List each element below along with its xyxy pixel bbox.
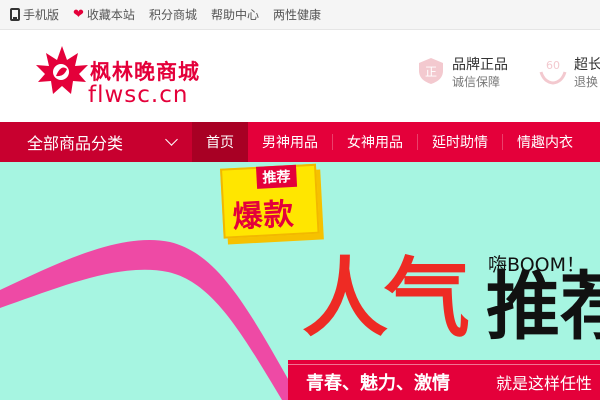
promise-returns: 60 超长 退换 (538, 56, 600, 90)
ribbon-tagline: 青春、魅力、激情 (306, 373, 450, 394)
badge-main-label: 爆款 (231, 196, 296, 236)
headline-red: 人气 (302, 249, 470, 349)
main-nav: 全部商品分类 首页 男神用品 女神用品 延时助情 情趣内衣 (0, 122, 600, 162)
heart-icon: ❤ (73, 7, 84, 22)
sixty-days-hands-icon: 60 (539, 59, 567, 85)
sexual-health-label: 两性健康 (272, 8, 321, 22)
headline-black: 推荐 (486, 264, 600, 350)
ribbon-divider (288, 364, 600, 365)
all-categories-label: 全部商品分类 (27, 134, 124, 153)
chevron-down-icon (165, 133, 178, 146)
phone-icon (10, 8, 20, 21)
help-center-link[interactable]: 帮助中心 (211, 6, 259, 23)
promise-returns-subtitle: 退换 (574, 75, 599, 89)
nav-item-home[interactable]: 首页 (192, 122, 248, 162)
promise-authentic: 正 品牌正品 诚信保障 (416, 56, 508, 90)
points-mall-link[interactable]: 积分商城 (149, 6, 197, 23)
top-utility-bar: 手机版 ❤ 收藏本站 积分商城 帮助中心 两性健康 (0, 0, 600, 30)
badge-top-label: 推荐 (255, 164, 298, 189)
mobile-version-label: 手机版 (23, 8, 60, 22)
site-header: 枫林晚商城 flwsc.cn 正 品牌正品 诚信保障 60 超长 退换 (0, 30, 600, 122)
nav-item-women[interactable]: 女神用品 (333, 122, 417, 162)
nav-item-delay[interactable]: 延时助情 (418, 122, 502, 162)
sexual-health-link[interactable]: 两性健康 (273, 6, 321, 23)
nav-item-lingerie[interactable]: 情趣内衣 (503, 122, 587, 162)
svg-text:60: 60 (546, 59, 560, 72)
authentic-seal-icon: 正 (419, 58, 443, 84)
promise-authentic-subtitle: 诚信保障 (452, 75, 501, 89)
bookmark-site-link[interactable]: ❤ 收藏本站 (73, 6, 135, 23)
hot-pick-badge: 推荐 爆款 (220, 163, 328, 246)
promise-returns-title: 超长 (574, 57, 600, 73)
logo-domain: flwsc.cn (88, 82, 189, 108)
ribbon-slogan: 就是这样任性 (496, 374, 593, 393)
svg-text:正: 正 (425, 65, 437, 79)
help-center-label: 帮助中心 (210, 8, 259, 22)
banner-ribbon: 青春、魅力、激情 就是这样任性 (288, 360, 600, 400)
promise-authentic-title: 品牌正品 (452, 57, 508, 73)
maple-leaf-logo-icon (36, 46, 88, 94)
bookmark-site-label: 收藏本站 (86, 8, 135, 22)
nav-item-men[interactable]: 男神用品 (248, 122, 332, 162)
all-categories-button[interactable]: 全部商品分类 (0, 122, 192, 162)
points-mall-label: 积分商城 (148, 8, 197, 22)
mobile-version-link[interactable]: 手机版 (10, 6, 59, 23)
promo-banner[interactable]: 推荐 爆款 嗨BOOM！ 人气 推荐 青春、魅力、激情 就是这样任性 (0, 162, 600, 400)
